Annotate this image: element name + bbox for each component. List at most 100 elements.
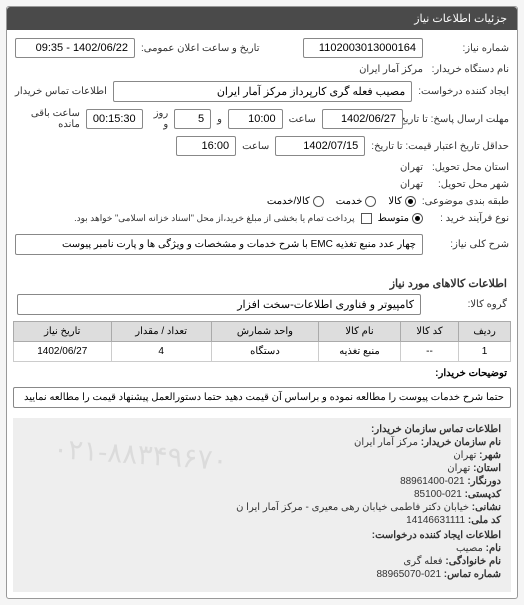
- panel-body: شماره نیاز: 1102003013000164 تاریخ و ساع…: [7, 30, 517, 269]
- treasury-checkbox[interactable]: [361, 213, 372, 224]
- row-deadline: مهلت ارسال پاسخ: تا تاریخ: 1402/06/27 سا…: [15, 108, 509, 130]
- table-row[interactable]: 1 -- منبع تغذیه دستگاه 4 1402/06/27: [14, 342, 511, 362]
- row-group: گروه کالا: کامپیوتر و فناوری اطلاعات-سخت…: [7, 294, 517, 315]
- va-label: و: [217, 114, 222, 125]
- name-label: نام:: [486, 543, 501, 554]
- deadline-label: مهلت ارسال پاسخ: تا تاریخ:: [409, 114, 509, 125]
- category-label: طبقه بندی موضوعی:: [422, 196, 509, 207]
- c-prov-value: تهران: [447, 463, 470, 474]
- province-label: استان محل تحویل:: [429, 162, 509, 173]
- rooz-label: روز و: [149, 108, 169, 130]
- eco-label: کد ملی:: [468, 515, 501, 526]
- category-radio-group: کالا خدمت کالا/خدمت: [267, 196, 416, 207]
- contact-section: ۰۲۱-۸۸۳۴۹۶۷۰ اطلاعات تماس سازمان خریدار:…: [13, 418, 511, 592]
- th-unit: واحد شمارش: [211, 322, 318, 342]
- row-buyer: نام دستگاه خریدار: مرکز آمار ایران: [15, 64, 509, 75]
- group-field[interactable]: کامپیوتر و فناوری اطلاعات-سخت افزار: [17, 294, 421, 315]
- cat-radio-both[interactable]: کالا/خدمت: [267, 196, 324, 207]
- cat-opt2-label: خدمت: [336, 196, 363, 207]
- cat-opt1-label: کالا: [388, 196, 402, 207]
- validity-date-field[interactable]: 1402/07/15: [275, 136, 365, 156]
- cell-row: 1: [459, 342, 511, 362]
- info-addr: نشانی: خیابان دکتر فاطمی خیابان رهی معیر…: [23, 502, 501, 513]
- validity-label: حداقل تاریخ اعتبار قیمت: تا تاریخ:: [371, 141, 509, 152]
- req-no-field[interactable]: 1102003013000164: [303, 38, 423, 58]
- addr-value: خیابان دکتر فاطمی خیابان رهی معیری - مرک…: [236, 502, 469, 513]
- saat-label-2: ساعت: [242, 141, 269, 152]
- c-city-label: شهر:: [479, 450, 501, 461]
- tel-value: 021-88961400: [400, 476, 465, 487]
- info-family: نام خانوادگی: فعله گری: [23, 556, 501, 567]
- province-value: تهران: [400, 162, 423, 173]
- info-tel: دورنگار: 021-88961400: [23, 476, 501, 487]
- row-creator: ایجاد کننده درخواست: مصیب فعله گری کارپر…: [15, 81, 509, 102]
- pub-date-field[interactable]: 1402/06/22 - 09:35: [15, 38, 135, 58]
- deadline-days-field[interactable]: 5: [174, 109, 211, 129]
- tel-label: دورنگار:: [467, 476, 501, 487]
- contact-buyer-label: اطلاعات تماس خریدار: [15, 86, 107, 97]
- org-value: مرکز آمار ایران: [354, 437, 418, 448]
- phone-label: شماره تماس:: [444, 569, 501, 580]
- process-label: نوع فرآیند خرید :: [429, 213, 509, 224]
- info-name: نام: مصیب: [23, 543, 501, 554]
- radio-icon: [412, 213, 423, 224]
- cell-date: 1402/06/27: [14, 342, 112, 362]
- post-value: 021-85100: [414, 489, 462, 500]
- creator-contact-title: اطلاعات ایجاد کننده درخواست:: [23, 530, 501, 541]
- deadline-time-field[interactable]: 10:00: [228, 109, 283, 129]
- panel-title: جزئیات اطلاعات نیاز: [7, 7, 517, 30]
- creator-label: ایجاد کننده درخواست:: [418, 86, 509, 97]
- row-desc: شرح کلی نیاز: چهار عدد منبع تغذیه EMC با…: [15, 234, 509, 255]
- buyer-note-label: توضیحات خریدار:: [7, 368, 517, 383]
- info-post: کدپستی: 021-85100: [23, 489, 501, 500]
- deadline-date-field[interactable]: 1402/06/27: [322, 109, 403, 129]
- cell-unit: دستگاه: [211, 342, 318, 362]
- buyer-note-field[interactable]: حتما شرح خدمات پیوست را مطالعه نموده و ب…: [13, 387, 511, 408]
- process-opt1-label: متوسط: [378, 213, 409, 224]
- th-name: نام کالا: [319, 322, 401, 342]
- post-label: کدپستی:: [465, 489, 501, 500]
- radio-icon: [313, 196, 324, 207]
- family-value: فعله گری: [403, 556, 442, 567]
- info-org: نام سازمان خریدار: مرکز آمار ایران: [23, 437, 501, 448]
- cat-opt3-label: کالا/خدمت: [267, 196, 310, 207]
- pub-date-label: تاریخ و ساعت اعلان عمومی:: [141, 43, 260, 54]
- info-province: استان: تهران: [23, 463, 501, 474]
- th-row: ردیف: [459, 322, 511, 342]
- info-phone: شماره تماس: 021-88965070: [23, 569, 501, 580]
- th-qty: تعداد / مقدار: [111, 322, 211, 342]
- goods-section-title: اطلاعات کالاهای مورد نیاز: [17, 277, 507, 290]
- c-city-value: تهران: [453, 450, 476, 461]
- saat-label-1: ساعت: [289, 114, 316, 125]
- cat-radio-goods[interactable]: کالا: [388, 196, 416, 207]
- city-label: شهر محل تحویل:: [429, 179, 509, 190]
- th-date: تاریخ نیاز: [14, 322, 112, 342]
- process-note: پرداخت تمام یا بخشی از مبلغ خرید،از محل …: [74, 213, 354, 224]
- row-process: نوع فرآیند خرید : متوسط پرداخت تمام یا ب…: [15, 213, 509, 224]
- name-value: مصیب: [456, 543, 483, 554]
- validity-time-field[interactable]: 16:00: [176, 136, 236, 156]
- table-header-row: ردیف کد کالا نام کالا واحد شمارش تعداد /…: [14, 322, 511, 342]
- eco-value: 14146631111: [406, 515, 465, 526]
- desc-field[interactable]: چهار عدد منبع تغذیه EMC با شرح خدمات و م…: [15, 234, 423, 255]
- info-city: شهر: تهران: [23, 450, 501, 461]
- remain-time-field[interactable]: 00:15:30: [86, 109, 143, 129]
- creator-field[interactable]: مصیب فعله گری کارپرداز مرکز آمار ایران: [113, 81, 412, 102]
- c-prov-label: استان:: [473, 463, 501, 474]
- addr-label: نشانی:: [472, 502, 501, 513]
- cell-name: منبع تغذیه: [319, 342, 401, 362]
- org-label: نام سازمان خریدار:: [421, 437, 501, 448]
- process-radio-medium[interactable]: متوسط: [378, 213, 423, 224]
- row-category: طبقه بندی موضوعی: کالا خدمت کالا/خدمت: [15, 196, 509, 207]
- info-eco: کد ملی: 14146631111: [23, 515, 501, 526]
- city-value: تهران: [400, 179, 423, 190]
- radio-icon: [405, 196, 416, 207]
- group-label: گروه کالا:: [427, 299, 507, 310]
- desc-label: شرح کلی نیاز:: [429, 239, 509, 250]
- row-province: استان محل تحویل: تهران: [15, 162, 509, 173]
- contact-title: اطلاعات تماس سازمان خریدار:: [23, 424, 501, 435]
- phone-value: 021-88965070: [376, 569, 441, 580]
- cell-qty: 4: [111, 342, 211, 362]
- cat-radio-service[interactable]: خدمت: [336, 196, 377, 207]
- remain-label: ساعت باقی مانده: [15, 108, 80, 130]
